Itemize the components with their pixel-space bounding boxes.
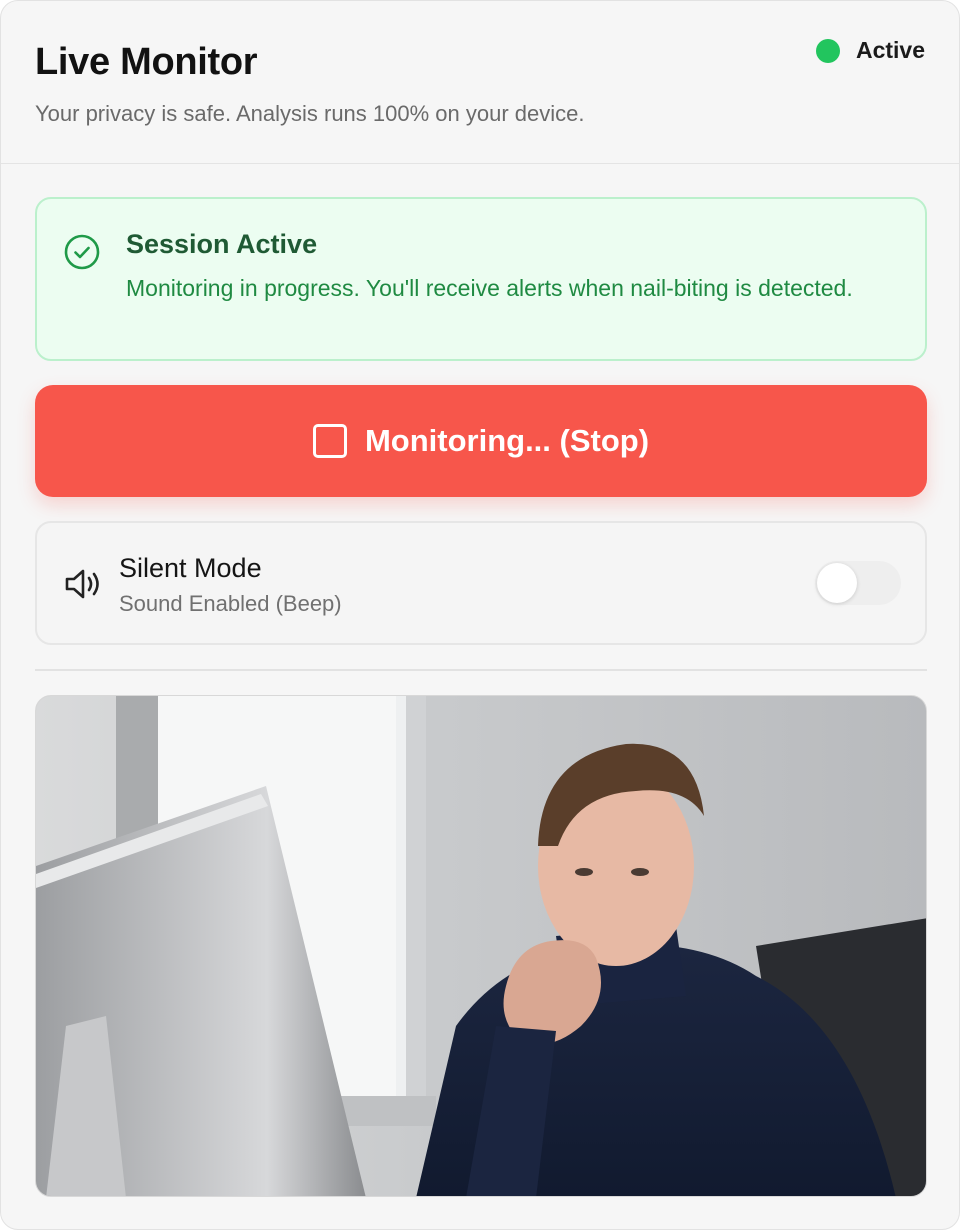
silent-mode-title: Silent Mode — [119, 553, 262, 583]
stop-monitoring-button[interactable]: Monitoring... (Stop) — [35, 385, 927, 497]
sound-status-text: Sound Enabled (Beep) — [119, 591, 342, 616]
camera-feed-image — [36, 696, 926, 1196]
status-label: Active — [855, 37, 925, 63]
live-monitor-panel: Live Monitor Your privacy is safe. Analy… — [0, 0, 960, 1230]
silent-mode-card: Silent Mode Sound Enabled (Beep) — [35, 521, 927, 645]
toggle-knob — [817, 563, 857, 603]
check-circle-icon — [64, 234, 100, 270]
camera-feed — [35, 695, 927, 1197]
page-title: Live Monitor — [35, 41, 258, 83]
session-active-card: Session Active Monitoring in progress. Y… — [35, 197, 927, 361]
session-message: Monitoring in progress. You'll receive a… — [126, 275, 853, 301]
stop-square-icon — [312, 424, 347, 458]
speaker-icon — [65, 569, 99, 599]
divider — [35, 669, 927, 671]
stop-button-label: Monitoring... (Stop) — [364, 423, 650, 458]
privacy-subtitle: Your privacy is safe. Analysis runs 100%… — [35, 101, 585, 126]
header: Live Monitor Your privacy is safe. Analy… — [1, 1, 959, 164]
session-title: Session Active — [126, 229, 318, 259]
status-indicator: Active — [815, 37, 925, 64]
silent-mode-toggle[interactable] — [815, 561, 901, 605]
status-dot-icon — [815, 38, 840, 63]
